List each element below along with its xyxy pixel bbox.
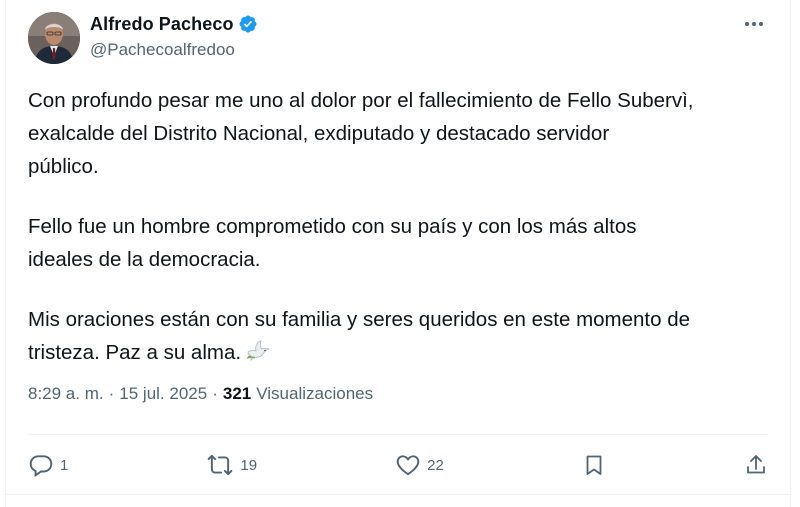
reply-count: 1 [60,456,69,474]
bookmark-button[interactable] [582,452,606,478]
tweet-metadata: 8:29 a. m. · 15 jul. 2025 · 321 Visualiz… [28,384,373,404]
tweet-paragraph-2: Fello fue un hombre comprometido con su … [28,215,637,271]
meta-separator: · [212,384,218,403]
author-name-row: Alfredo Pacheco [90,12,258,36]
author-handle[interactable]: @Pachecoalfredoo [90,40,235,60]
bookmark-icon [586,455,602,475]
tweet-card: Alfredo Pacheco @Pachecoalfredoo Con pro… [5,0,791,507]
dove-icon [245,339,271,372]
tweet-paragraph-1: Con profundo pesar me uno al dolor por e… [28,89,694,178]
repost-icon [208,454,233,476]
reply-button[interactable]: 1 [28,452,68,478]
verified-badge-icon[interactable] [238,14,258,34]
repost-count: 19 [240,456,258,474]
tweet-paragraph-3-text: Mis oraciones están con su familia y ser… [28,308,691,364]
share-button[interactable] [744,452,768,478]
avatar[interactable] [28,12,80,64]
avatar-image [28,12,80,64]
divider [28,434,768,435]
more-options-button[interactable] [740,12,768,36]
bottom-divider [6,494,790,495]
tweet-date[interactable]: 15 jul. 2025 [119,384,207,404]
like-count: 22 [427,456,444,474]
like-button[interactable]: 22 [395,452,444,478]
tweet-paragraph-3: Mis oraciones están con su familia y ser… [28,303,778,372]
more-icon [745,22,763,26]
author-display-name[interactable]: Alfredo Pacheco [90,14,234,35]
share-icon [747,455,765,474]
tweet-time[interactable]: 8:29 a. m. [28,384,104,404]
heart-icon [396,455,420,476]
meta-separator: · [108,384,115,403]
reply-icon [29,455,53,478]
tweet-text: Con profundo pesar me uno al dolor por e… [28,84,778,399]
views-label[interactable]: Visualizaciones [256,384,373,404]
views-count[interactable]: 321 [223,384,251,404]
repost-button[interactable]: 19 [206,452,257,478]
tweet-actions: 1 19 22 [28,446,768,484]
